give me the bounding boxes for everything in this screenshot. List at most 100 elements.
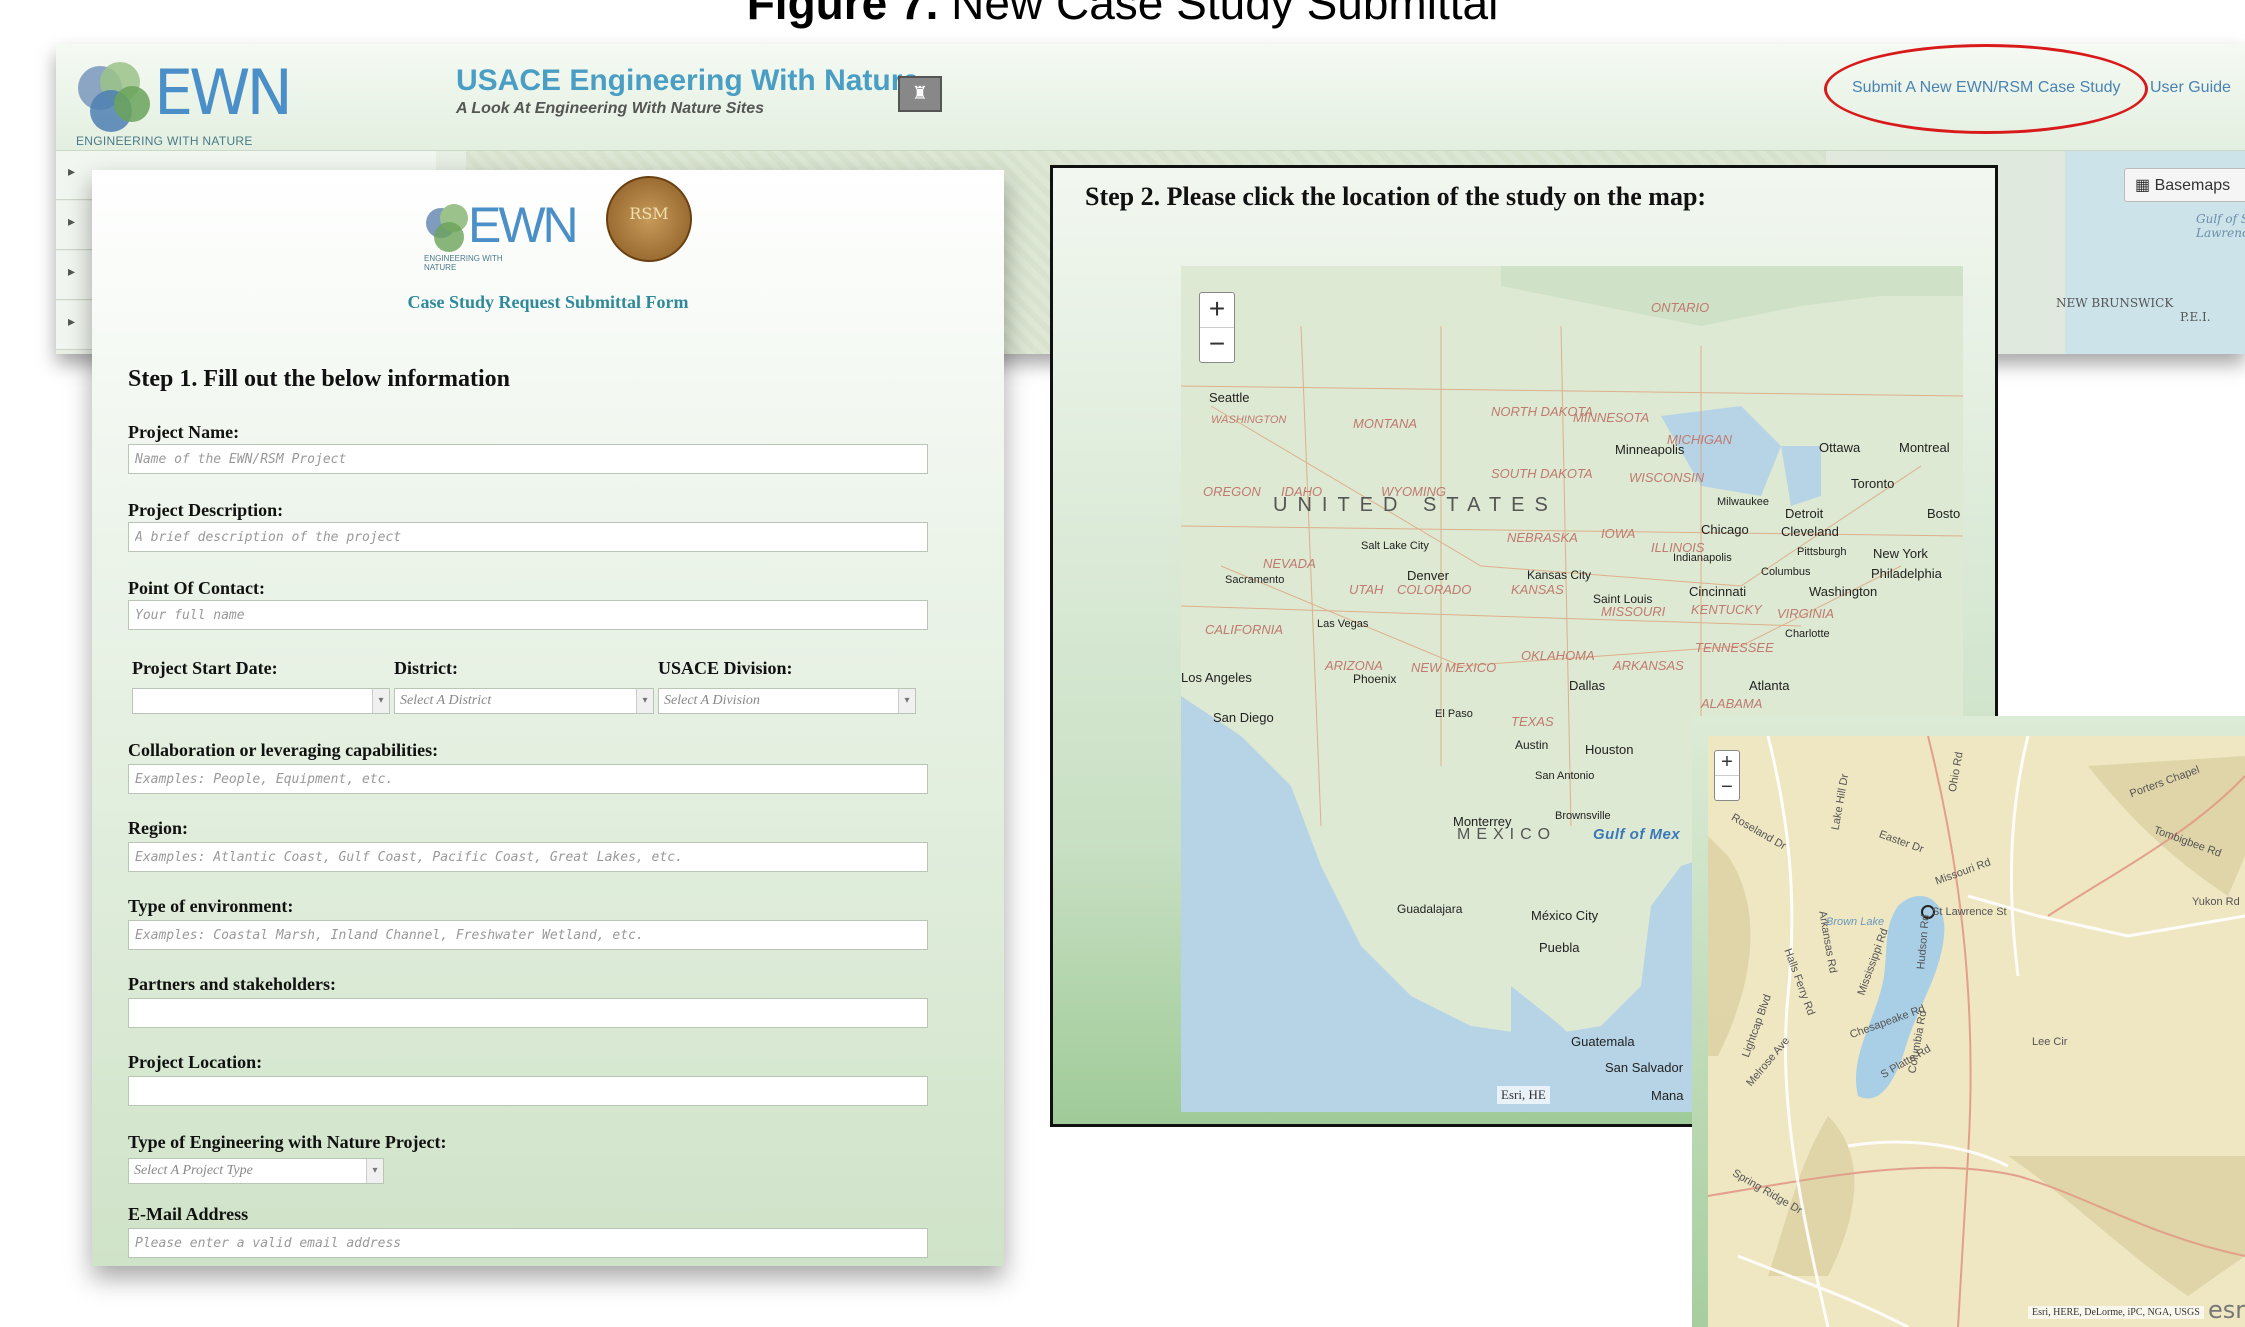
city-ottawa: Ottawa xyxy=(1819,440,1861,455)
state-label: IDAHO xyxy=(1281,484,1323,499)
state-label: VIRGINIA xyxy=(1777,606,1835,621)
city-cincinnati: Cincinnati xyxy=(1689,584,1747,599)
division-select[interactable]: Select A Division ▾ xyxy=(658,688,916,714)
state-label: MISSOURI xyxy=(1601,604,1666,619)
map-label-pei: P.E.I. xyxy=(2180,310,2211,324)
project-description-input[interactable] xyxy=(128,522,928,552)
environment-input[interactable] xyxy=(128,920,928,950)
city-los-angeles: Los Angeles xyxy=(1181,670,1252,685)
state-label: OREGON xyxy=(1203,484,1261,499)
app-header: EWN ENGINEERING WITH NATURE USACE Engine… xyxy=(56,44,2245,151)
project-name-input[interactable] xyxy=(128,444,928,474)
esri-logo: esri xyxy=(2208,1296,2245,1324)
state-label: ARKANSAS xyxy=(1613,658,1684,673)
email-input[interactable] xyxy=(128,1228,928,1258)
project-name-label: Project Name: xyxy=(128,422,240,442)
city-new-york: New York xyxy=(1873,546,1928,561)
step1-heading: Step 1. Fill out the below information xyxy=(128,366,510,392)
state-label: SOUTH DAKOTA xyxy=(1491,466,1593,481)
city-san-salvador: San Salvador xyxy=(1605,1060,1684,1075)
city-guadalajara: Guadalajara xyxy=(1397,902,1463,916)
state-label: WISCONSIN xyxy=(1629,470,1705,485)
form-heading: Case Study Request Submittal Form xyxy=(407,292,689,312)
app-title: USACE Engineering With Nature xyxy=(456,64,920,97)
state-label: KANSAS xyxy=(1511,582,1564,597)
city-cleveland: Cleveland xyxy=(1781,524,1839,539)
user-guide-link[interactable]: User Guide xyxy=(2150,79,2231,97)
division-label: USACE Division: xyxy=(658,658,793,678)
city-boston: Bosto xyxy=(1927,506,1961,521)
email-label: E-Mail Address xyxy=(128,1204,249,1224)
state-label: KENTUCKY xyxy=(1691,602,1762,617)
project-description-label: Project Description: xyxy=(128,500,284,520)
basemaps-button[interactable]: ▦ Basemaps xyxy=(2124,168,2245,202)
city-dallas: Dallas xyxy=(1569,678,1606,693)
submit-case-study-link[interactable]: Submit A New EWN/RSM Case Study xyxy=(1852,79,2121,97)
city-el-paso: El Paso xyxy=(1435,708,1473,720)
city-milwaukee: Milwaukee xyxy=(1717,496,1769,508)
state-label: IOWA xyxy=(1601,526,1636,541)
region-label: Region: xyxy=(128,818,188,838)
submittal-form-window: EWN ENGINEERING WITH NATURE RSM Case Stu… xyxy=(92,170,1004,1266)
chevron-down-icon: ▾ xyxy=(636,689,653,713)
partners-input[interactable] xyxy=(128,998,928,1028)
state-label: ILLINOIS xyxy=(1651,540,1705,555)
street-label: Yukon Rd xyxy=(2192,896,2240,908)
city-detroit: Detroit xyxy=(1785,506,1824,521)
zoom-in-button[interactable]: + xyxy=(1200,293,1234,328)
city-seattle: Seattle xyxy=(1209,390,1250,405)
water-label-gulf: Gulf of Mex xyxy=(1593,826,1681,843)
state-label: WYOMING xyxy=(1381,484,1446,499)
city-phoenix: Phoenix xyxy=(1353,672,1397,686)
city-kansas-city: Kansas City xyxy=(1527,568,1592,582)
region-input[interactable] xyxy=(128,842,928,872)
street-label: St Lawrence St xyxy=(1932,906,2007,918)
city-pittsburgh: Pittsburgh xyxy=(1797,546,1847,558)
us-map-zoom-control: + − xyxy=(1199,292,1235,363)
ewn-type-select[interactable]: Select A Project Type ▾ xyxy=(128,1158,384,1184)
start-date-select[interactable]: ▾ xyxy=(132,688,390,714)
zoomed-map-attribution: Esri, HERE, DeLorme, iPC, NGA, USGS xyxy=(2028,1306,2204,1319)
partners-label: Partners and stakeholders: xyxy=(128,974,336,994)
city-managua: Mana xyxy=(1651,1088,1684,1103)
city-chicago: Chicago xyxy=(1701,522,1749,537)
state-label: NEBRASKA xyxy=(1507,530,1578,545)
zoom-out-button[interactable]: − xyxy=(1200,328,1234,362)
app-subtitle: A Look At Engineering With Nature Sites xyxy=(456,100,765,117)
figure-title: Figure 7. New Case Study Submittal xyxy=(746,0,1499,29)
state-label: CALIFORNIA xyxy=(1205,622,1284,637)
state-label: MONTANA xyxy=(1353,416,1418,431)
district-select[interactable]: Select A District ▾ xyxy=(394,688,654,714)
city-monterrey: Monterrey xyxy=(1453,814,1512,829)
lake-label: Brown Lake xyxy=(1826,916,1885,928)
grid-icon: ▦ xyxy=(2135,177,2155,194)
state-label: NEW MEXICO xyxy=(1411,660,1497,675)
zoomed-map-window: + − Roseland Dr Easter Dr Ohio Rd Missou… xyxy=(1692,716,2245,1327)
zoom-out-button[interactable]: − xyxy=(1715,776,1739,800)
city-salt-lake-city: Salt Lake City xyxy=(1361,540,1429,552)
state-label: COLORADO xyxy=(1397,582,1472,597)
state-label: TEXAS xyxy=(1511,714,1554,729)
rsm-logo: RSM xyxy=(606,176,692,262)
zoomed-topo-map[interactable]: + − Roseland Dr Easter Dr Ohio Rd Missou… xyxy=(1708,736,2245,1327)
city-columbus: Columbus xyxy=(1761,566,1811,578)
zoom-in-button[interactable]: + xyxy=(1715,751,1739,776)
state-label: NEVADA xyxy=(1263,556,1316,571)
start-date-label: Project Start Date: xyxy=(132,658,278,678)
ewn-logo[interactable]: EWN ENGINEERING WITH NATURE xyxy=(66,52,293,148)
point-of-contact-label: Point Of Contact: xyxy=(128,578,265,598)
location-input[interactable] xyxy=(128,1076,928,1106)
city-brownsville: Brownsville xyxy=(1555,810,1611,822)
point-of-contact-input[interactable] xyxy=(128,600,928,630)
city-atlanta: Atlanta xyxy=(1749,678,1790,693)
state-label: ALABAMA xyxy=(1701,696,1763,711)
city-toronto: Toronto xyxy=(1851,476,1895,491)
state-label: UTAH xyxy=(1349,582,1384,597)
city-houston: Houston xyxy=(1585,742,1634,757)
form-ewn-logo: EWN ENGINEERING WITH NATURE xyxy=(424,197,579,272)
region-label-ontario: ONTARIO xyxy=(1651,300,1710,315)
collaboration-input[interactable] xyxy=(128,764,928,794)
city-san-diego: San Diego xyxy=(1213,710,1274,725)
city-guatemala: Guatemala xyxy=(1571,1034,1635,1049)
district-label: District: xyxy=(394,658,458,678)
